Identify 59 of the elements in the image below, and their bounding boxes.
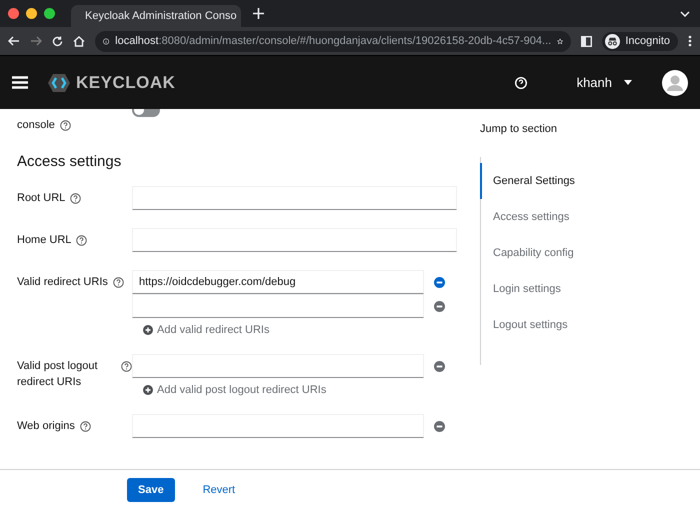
text-field[interactable] [132,228,457,252]
minus-circle-icon[interactable] [434,360,445,372]
home-icon[interactable] [73,36,85,46]
back-icon[interactable] [8,36,20,46]
minimize-window-icon[interactable] [26,8,37,19]
more-icon[interactable] [688,35,692,47]
sidebar-icon[interactable] [581,36,592,46]
field-label: Root URL [17,191,66,206]
text-field[interactable] [132,414,424,438]
star-icon[interactable] [557,36,564,46]
user-menu[interactable]: khanh [576,75,632,90]
jump-link[interactable]: Capability config [480,235,700,271]
help-icon[interactable] [80,421,91,432]
chevron-down-icon[interactable] [680,10,690,16]
reload-icon[interactable] [52,36,63,46]
add-link[interactable]: Add valid post logout redirect URIs [143,384,445,396]
maximize-window-icon[interactable] [44,8,55,19]
plus-circle-icon [143,325,153,335]
text-field[interactable] [132,294,424,318]
jump-link[interactable]: Logout settings [480,307,700,343]
hexagon-logo-icon [48,74,70,92]
minus-circle-icon[interactable] [434,300,445,312]
field-label: Valid redirect URIs [17,275,108,290]
jump-link[interactable]: General Settings [480,163,700,199]
keycloak-logo-text: KEYCLOAK [76,72,176,92]
section-title: Access settings [17,153,122,170]
save-button[interactable]: Save [127,478,175,502]
help-icon[interactable] [112,277,124,288]
add-link[interactable]: Add valid redirect URIs [143,324,445,336]
close-window-icon[interactable] [8,8,19,19]
field-label: Home URL [17,233,72,248]
text-field[interactable] [132,354,424,378]
address-bar[interactable]: localhost:8080/admin/master/console/#/huongdanjava/clients/19026158-20db-4c57-904... [95,30,572,52]
revert-button[interactable]: Revert [196,483,242,497]
browser-tab[interactable]: Keycloak Administration Conso [71,5,241,27]
forward-icon[interactable] [30,36,42,46]
caret-icon [624,80,632,85]
field-label: console [17,118,55,133]
menu-icon[interactable] [12,76,28,89]
avatar-icon[interactable] [662,70,688,96]
jump-link[interactable]: Access settings [480,199,700,235]
field-label: Web origins [17,419,75,434]
incognito-profile-button[interactable]: Incognito [602,32,678,50]
help-icon[interactable] [121,361,132,372]
field-label: Valid post logout redirect URIs [17,359,99,390]
new-tab-icon[interactable] [253,8,264,19]
jump-to-section-title: Jump to section [480,123,558,135]
plus-circle-icon [143,385,153,395]
help-icon[interactable] [76,235,88,246]
incognito-icon [605,34,620,48]
info-icon[interactable] [103,36,110,46]
help-icon[interactable] [70,193,82,204]
minus-circle-icon[interactable] [434,276,445,288]
jump-link[interactable]: Login settings [480,271,700,307]
minus-circle-icon[interactable] [434,420,445,432]
text-field[interactable]: https://oidcdebugger.com/debug [132,270,424,294]
url-text: localhost:8080/admin/master/console/#/huongdanjava/clients/19026158-20db-4c57-904... [115,35,552,47]
help-icon[interactable] [60,120,71,131]
text-field[interactable] [132,186,457,210]
